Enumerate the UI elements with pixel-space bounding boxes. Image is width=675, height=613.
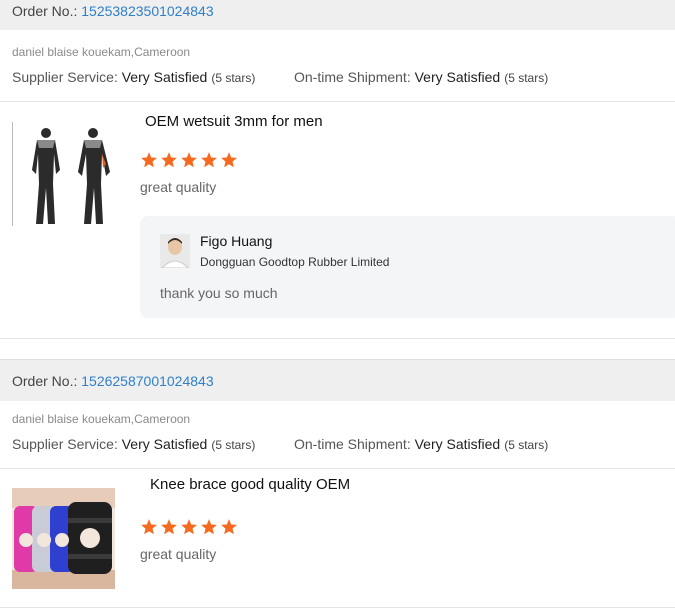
product-title[interactable]: Knee brace good quality OEM: [150, 476, 350, 493]
reply-message: thank you so much: [160, 285, 278, 301]
rating-stars: [140, 518, 238, 536]
order-header: Order No.: 15262587001024843: [0, 359, 675, 401]
star-icon: [141, 519, 157, 535]
shipment-rating: On-time Shipment: Very Satisfied (5 stars…: [294, 69, 549, 85]
buyer-info: daniel blaise kouekam,Cameroon: [12, 412, 191, 426]
order-ratings: Supplier Service: Very Satisfied (5 stars…: [12, 69, 548, 85]
divider: [12, 122, 13, 226]
buyer-info: daniel blaise kouekam,Cameroon: [12, 45, 191, 59]
divider: [0, 607, 675, 608]
star-icon: [161, 152, 177, 168]
rating-stars: [140, 151, 238, 169]
order-header: Order No.: 15253823501024843: [0, 0, 675, 30]
order-label: Order No.: 15253823501024843: [12, 3, 214, 19]
star-icon: [201, 519, 217, 535]
avatar: [160, 234, 190, 269]
divider: [0, 468, 675, 469]
star-icon: [141, 152, 157, 168]
star-icon: [161, 519, 177, 535]
order-number-link[interactable]: 15262587001024843: [81, 373, 213, 389]
supplier-service-rating: Supplier Service: Very Satisfied (5 stars…: [12, 436, 256, 452]
order-number-link[interactable]: 15253823501024843: [81, 3, 213, 19]
order-label: Order No.: 15262587001024843: [12, 373, 214, 389]
divider: [0, 338, 675, 339]
review-comment: great quality: [140, 546, 217, 562]
shipment-rating: On-time Shipment: Very Satisfied (5 stars…: [294, 436, 549, 452]
star-icon: [181, 152, 197, 168]
star-icon: [221, 152, 237, 168]
star-icon: [221, 519, 237, 535]
product-title[interactable]: OEM wetsuit 3mm for men: [145, 113, 323, 130]
star-icon: [201, 152, 217, 168]
supplier-reply: Figo Huang Dongguan Goodtop Rubber Limit…: [140, 216, 675, 318]
order-ratings: Supplier Service: Very Satisfied (5 stars…: [12, 436, 548, 452]
supplier-service-rating: Supplier Service: Very Satisfied (5 stars…: [12, 69, 256, 85]
reply-author-name: Figo Huang: [200, 233, 273, 249]
divider: [0, 101, 675, 102]
reply-company: Dongguan Goodtop Rubber Limited: [200, 255, 390, 269]
review-comment: great quality: [140, 179, 217, 195]
star-icon: [181, 519, 197, 535]
knee-brace-image[interactable]: [12, 488, 115, 589]
wetsuit-image[interactable]: [20, 124, 118, 226]
